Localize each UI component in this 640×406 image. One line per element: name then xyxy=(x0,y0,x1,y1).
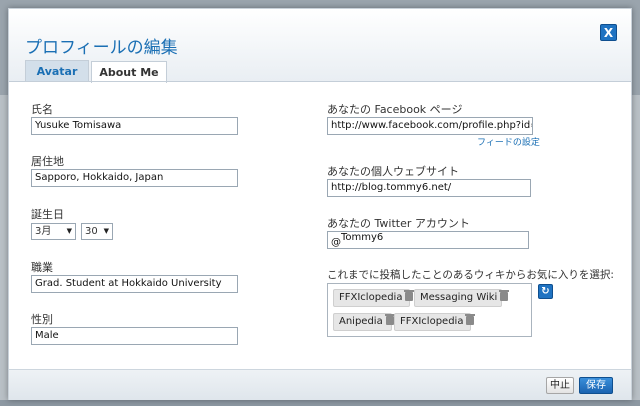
close-icon: X xyxy=(603,25,614,40)
trash-icon[interactable] xyxy=(465,314,476,325)
twitter-field[interactable]: @Tommy6 xyxy=(327,231,529,249)
backdrop-bottom xyxy=(0,400,640,406)
birthday-day-select[interactable]: 30 ▼ xyxy=(81,223,113,240)
name-field[interactable]: Yusuke Tomisawa xyxy=(31,117,238,135)
wiki-chip[interactable]: Anipedia xyxy=(333,313,395,331)
close-button[interactable]: X xyxy=(600,24,617,41)
facebook-field[interactable]: http://www.facebook.com/profile.php?id=1… xyxy=(327,117,533,135)
location-field[interactable]: Sapporo, Hokkaido, Japan xyxy=(31,169,238,187)
gender-label: 性別 xyxy=(31,313,53,326)
wiki-chip-label: FFXIclopedia xyxy=(400,316,464,327)
tab-divider xyxy=(9,81,631,82)
tab-avatar[interactable]: Avatar xyxy=(25,60,89,82)
favorite-wikis-box[interactable]: FFXIclopedia Messaging Wiki Anipedia FFX… xyxy=(327,283,532,337)
save-button[interactable]: 保存 xyxy=(579,377,613,394)
cancel-button[interactable]: 中止 xyxy=(546,377,574,394)
feed-settings-link[interactable]: フィードの設定 xyxy=(477,135,540,148)
wiki-chip-label: Anipedia xyxy=(339,316,383,327)
trash-icon[interactable] xyxy=(384,314,395,325)
wiki-chip[interactable]: FFXIclopedia xyxy=(333,289,415,307)
name-label: 氏名 xyxy=(31,103,53,116)
chevron-down-icon: ▼ xyxy=(103,227,109,235)
birthday-month-select[interactable]: 3月 ▼ xyxy=(31,223,76,240)
location-label: 居住地 xyxy=(31,155,64,168)
edit-profile-dialog: プロフィールの編集 X Avatar About Me 氏名 Yusuke To… xyxy=(8,8,632,400)
facebook-label: あなたの Facebook ページ xyxy=(327,103,463,116)
website-label: あなたの個人ウェブサイト xyxy=(327,165,459,178)
occupation-label: 職業 xyxy=(31,261,53,274)
trash-icon[interactable] xyxy=(499,290,510,301)
twitter-label: あなたの Twitter アカウント xyxy=(327,217,470,230)
gender-field[interactable]: Male xyxy=(31,327,238,345)
dialog-header: プロフィールの編集 X Avatar About Me xyxy=(9,9,631,83)
wiki-chip[interactable]: Messaging Wiki xyxy=(414,289,510,307)
chevron-down-icon: ▼ xyxy=(66,227,72,235)
birthday-label: 誕生日 xyxy=(31,208,64,221)
wikis-label: これまでに投稿したことのあるウィキからお気に入りを選択: xyxy=(327,269,614,281)
birthday-month-value: 3月 xyxy=(35,226,52,237)
dialog-title: プロフィールの編集 xyxy=(25,38,178,58)
refresh-icon[interactable]: ↻ xyxy=(538,284,553,299)
wiki-chip-label: Messaging Wiki xyxy=(420,292,498,303)
tab-about-me[interactable]: About Me xyxy=(91,61,167,83)
tab-bar: Avatar About Me xyxy=(25,60,169,83)
occupation-field[interactable]: Grad. Student at Hokkaido University xyxy=(31,275,238,293)
wiki-chip[interactable]: FFXIclopedia xyxy=(394,313,476,331)
backdrop-right xyxy=(632,95,640,406)
wiki-chip-label: FFXIclopedia xyxy=(339,292,403,303)
trash-icon[interactable] xyxy=(404,290,415,301)
twitter-handle: Tommy6 xyxy=(341,232,384,243)
website-field[interactable]: http://blog.tommy6.net/ xyxy=(327,179,531,197)
birthday-day-value: 30 xyxy=(85,226,98,237)
twitter-at-prefix: @ xyxy=(331,237,341,248)
dialog-footer xyxy=(9,369,631,400)
